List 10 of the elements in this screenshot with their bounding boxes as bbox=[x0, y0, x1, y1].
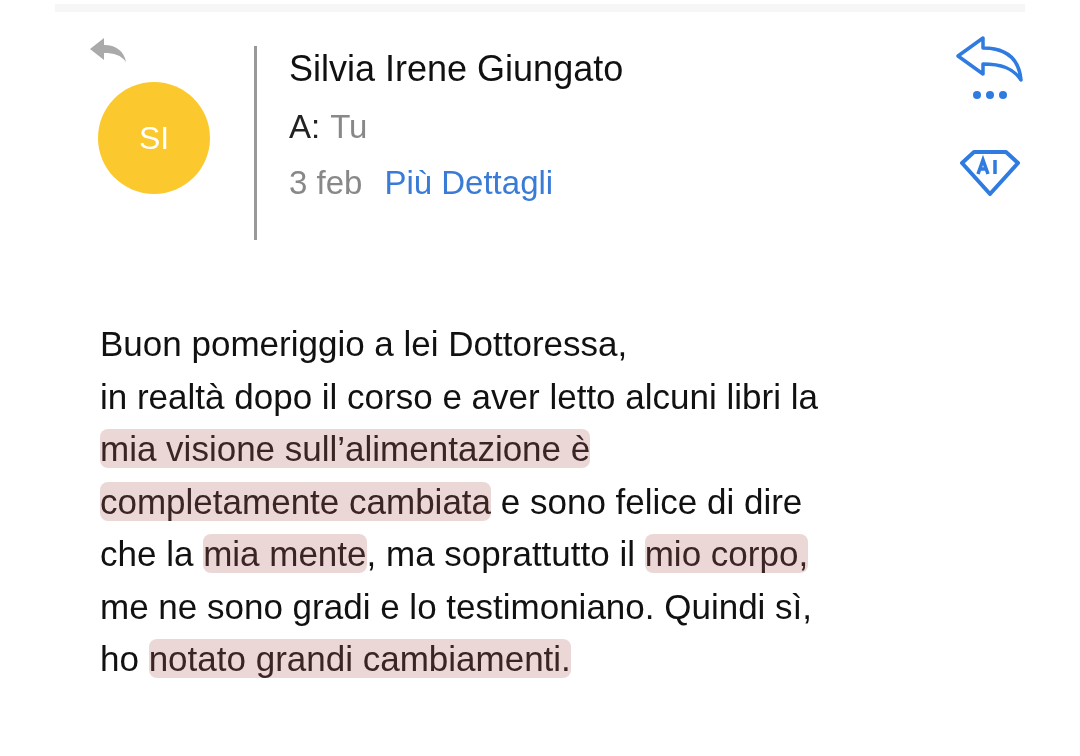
recipient-name: Tu bbox=[330, 108, 368, 146]
avatar: SI bbox=[98, 82, 210, 194]
message-body: Buon pomeriggio a lei Dottoressa, in realtà dopo il corso e aver letto alcuni libri la mia visione sull’alimentazione è completamente cambiata e sono felice di dire che la mia mente, ma soprattutto il mio corpo, me ne sono gradi e lo testimoniano. Quindi sì, ho notato grandi cambiamenti. bbox=[100, 323, 819, 680]
reply-icon[interactable] bbox=[955, 36, 1025, 84]
date: 3 feb bbox=[289, 164, 363, 202]
sender-name: Silvia Irene Giungato bbox=[289, 48, 625, 90]
details-link[interactable]: Più Dettagli bbox=[384, 164, 554, 202]
ai-diamond-icon[interactable] bbox=[960, 150, 1020, 196]
recipient-label: A: bbox=[289, 108, 321, 146]
more-icon[interactable] bbox=[972, 90, 1008, 100]
